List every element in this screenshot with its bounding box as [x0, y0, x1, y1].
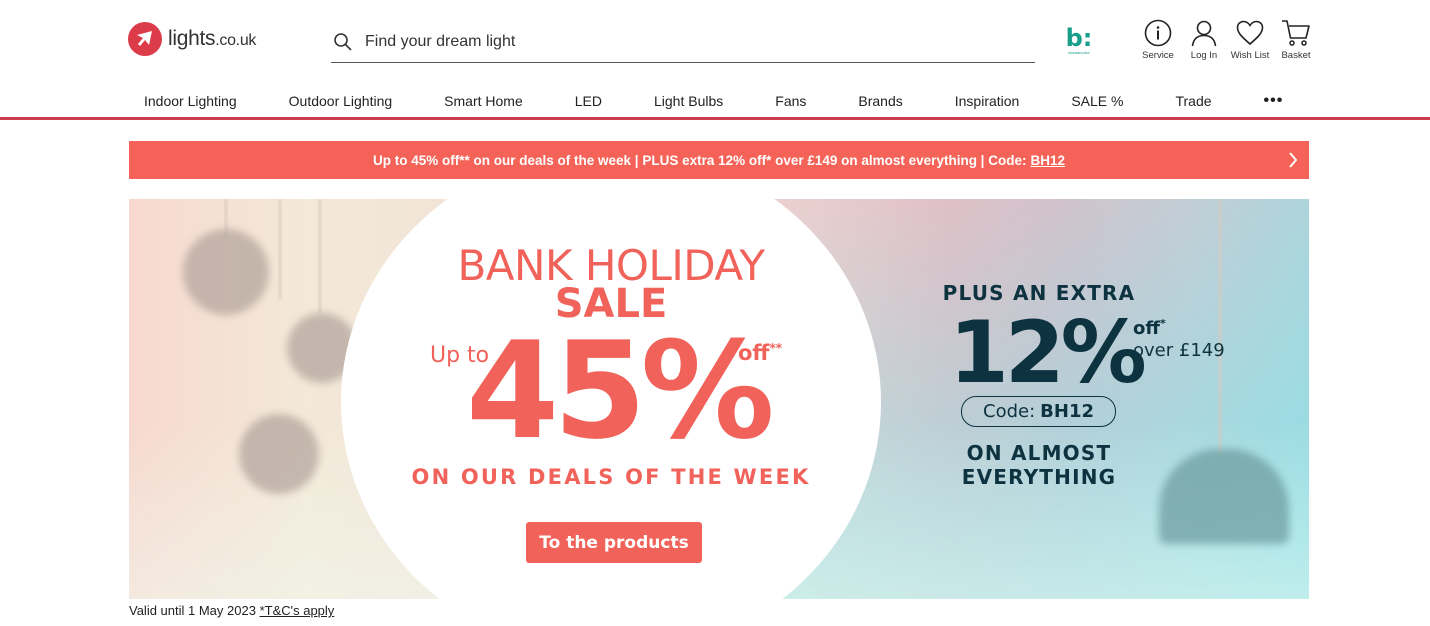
nav-more-icon[interactable]: ••• [1238, 92, 1310, 110]
header-actions: Service Log In Wish List Basket [1138, 18, 1316, 61]
logo-text: lights.co.uk [168, 27, 257, 50]
nav-trade[interactable]: Trade [1149, 93, 1237, 109]
site-logo[interactable]: lights.co.uk [128, 22, 256, 56]
wishlist-label: Wish List [1230, 50, 1270, 61]
login-button[interactable]: Log In [1184, 18, 1224, 61]
cart-icon [1282, 20, 1310, 46]
nav-light-bulbs[interactable]: Light Bulbs [628, 93, 749, 109]
nav-indoor-lighting[interactable]: Indoor Lighting [118, 93, 263, 109]
terms-link[interactable]: *T&C's apply [260, 603, 335, 618]
promo-text: Up to 45% off** on our deals of the week… [373, 152, 1027, 168]
basket-button[interactable]: Basket [1276, 18, 1316, 61]
search-input[interactable] [363, 32, 1007, 52]
nav-inspiration[interactable]: Inspiration [929, 93, 1046, 109]
extra-scope: ON ALMOST EVERYTHING [961, 441, 1117, 489]
basket-label: Basket [1281, 50, 1311, 61]
lamp-cord [319, 199, 321, 314]
heart-icon [1236, 20, 1264, 46]
nav-divider [0, 117, 1430, 120]
nav-smart-home[interactable]: Smart Home [418, 93, 549, 109]
to-products-button[interactable]: To the products [526, 522, 702, 563]
hero-deals-text: ON OUR DEALS OF THE WEEK [411, 465, 811, 489]
search-bar [331, 22, 1035, 63]
main-nav: Indoor Lighting Outdoor Lighting Smart H… [118, 86, 1309, 116]
user-icon [1191, 20, 1217, 47]
pendant-lamp-image [239, 414, 319, 494]
validity-text: Valid until 1 May 2023 [129, 603, 260, 618]
nav-brands[interactable]: Brands [832, 93, 928, 109]
bazaarvoice-label: bazaarvoice [1068, 50, 1090, 55]
lamp-cord [279, 199, 281, 299]
nav-fans[interactable]: Fans [749, 93, 832, 109]
extra-heading: PLUS AN EXTRA [942, 281, 1136, 305]
logo-mark-icon [128, 22, 162, 56]
promo-banner[interactable]: Up to 45% off** on our deals of the week… [129, 141, 1309, 179]
lamp-cord [1219, 199, 1221, 454]
extra-discount: 12% [949, 303, 1147, 403]
nav-outdoor-lighting[interactable]: Outdoor Lighting [263, 93, 419, 109]
hero-discount: 45% [466, 313, 775, 469]
promo-code-link[interactable]: BH12 [1030, 153, 1065, 168]
promo-code-badge: Code: BH12 [961, 396, 1116, 427]
service-button[interactable]: Service [1138, 18, 1178, 61]
hero-banner[interactable]: BANK HOLIDAY SALE Up to 45% off** ON OUR… [129, 199, 1309, 599]
login-label: Log In [1190, 50, 1218, 61]
extra-threshold: over £149 [1133, 340, 1225, 361]
nav-sale[interactable]: SALE % [1045, 93, 1149, 109]
search-icon[interactable] [333, 32, 353, 52]
bazaarvoice-badge[interactable]: b: bazaarvoice [1064, 26, 1094, 55]
info-icon [1144, 19, 1172, 47]
nav-led[interactable]: LED [549, 93, 628, 109]
pendant-lamp-image [183, 229, 269, 315]
bazaarvoice-logo: b: [1065, 24, 1093, 52]
validity-note: Valid until 1 May 2023 *T&C's apply [129, 603, 334, 618]
extra-off: off* [1133, 317, 1166, 339]
chevron-right-icon[interactable] [1287, 150, 1299, 170]
hero-off: off** [738, 341, 783, 365]
wishlist-button[interactable]: Wish List [1230, 18, 1270, 61]
service-label: Service [1142, 50, 1174, 61]
